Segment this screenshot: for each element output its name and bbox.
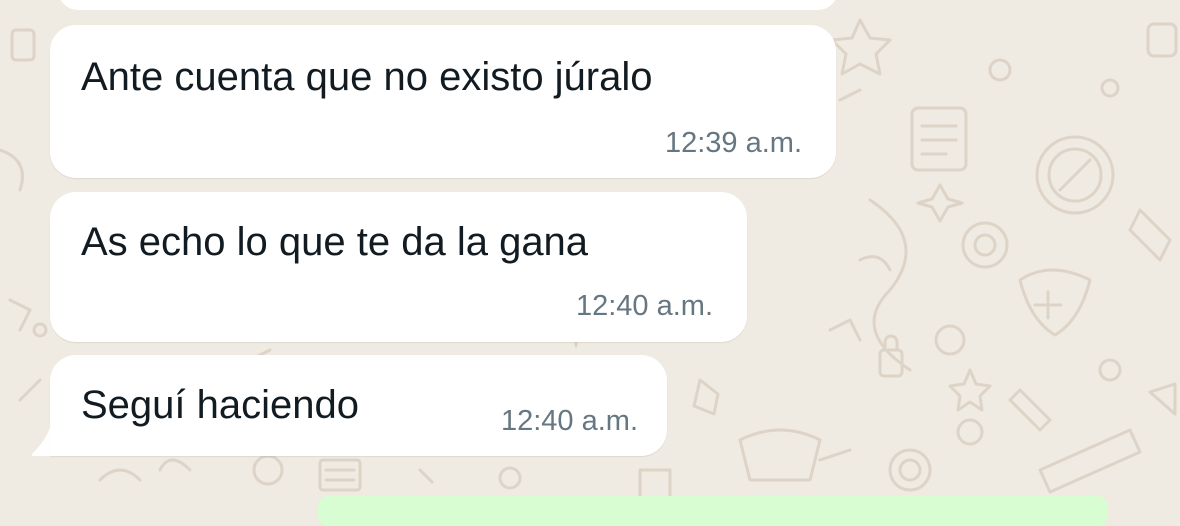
- target-doodle-icon: [961, 221, 1009, 269]
- message-timestamp: 12:39 a.m.: [664, 127, 802, 159]
- star-doodle-icon: [830, 18, 892, 76]
- message-timestamp: 12:40 a.m.: [500, 405, 638, 437]
- shield-doodle-icon: [1018, 268, 1092, 337]
- cake-doodle-icon: [738, 428, 822, 482]
- pencil-doodle-icon: [1128, 208, 1172, 262]
- message-text: Seguí haciendo: [81, 383, 360, 427]
- incoming-message-bubble[interactable]: Ante cuenta que no existo júralo 12:39 a…: [50, 25, 836, 178]
- ruler-doodle-icon: [1038, 428, 1142, 494]
- incoming-message-bubble[interactable]: Seguí haciendo 12:40 a.m.: [50, 355, 667, 456]
- message-text: Ante cuenta que no existo júralo: [81, 55, 653, 99]
- incoming-message-bubble[interactable]: As echo lo que te da la gana 12:40 a.m.: [50, 192, 747, 342]
- previous-message-bubble-edge: [58, 0, 838, 10]
- message-text: As echo lo que te da la gana: [81, 220, 589, 264]
- pushpin-doodle-icon: [1008, 388, 1052, 432]
- message-timestamp: 12:40 a.m.: [575, 290, 713, 322]
- next-outgoing-message-bubble-edge: [318, 496, 1108, 526]
